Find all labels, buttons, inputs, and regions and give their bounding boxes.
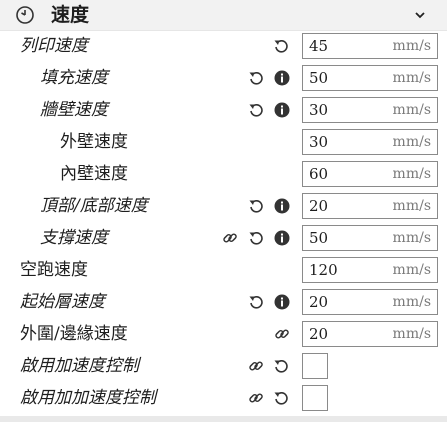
setting-row-print-speed: 列印速度 45 mm/s [0,30,447,62]
info-icon[interactable] [274,70,290,86]
reset-icon[interactable] [248,70,264,86]
setting-label: 內壁速度 [60,164,128,184]
link-icon[interactable] [222,230,238,246]
info-icon[interactable] [274,198,290,214]
info-icon[interactable] [274,102,290,118]
setting-label: 啟用加速度控制 [20,356,139,376]
field-unit: mm/s [392,70,431,86]
reset-icon[interactable] [248,230,264,246]
initial-layer-speed-input[interactable]: 20 mm/s [302,289,438,315]
support-speed-input[interactable]: 50 mm/s [302,225,438,251]
setting-label: 列印速度 [20,36,88,56]
reset-icon[interactable] [273,38,289,54]
reset-icon[interactable] [248,198,264,214]
setting-row-initial-layer-speed: 起始層速度 20 mm/s [0,286,447,318]
enable-jerk-control-checkbox[interactable] [302,385,328,411]
setting-label: 牆壁速度 [40,100,108,120]
setting-row-support-speed: 支撐速度 50 mm/s [0,222,447,254]
field-unit: mm/s [392,230,431,246]
section-title: 速度 [51,4,90,26]
field-unit: mm/s [392,102,431,118]
field-value: 60 [309,165,329,183]
setting-row-inner-wall-speed: 內壁速度 60 mm/s [0,158,447,190]
link-icon[interactable] [274,326,290,342]
field-value: 20 [309,197,329,215]
setting-row-enable-jerk-control: 啟用加加速度控制 [0,382,447,414]
setting-label: 起始層速度 [20,292,105,312]
setting-row-skirt-brim-speed: 外圍/邊緣速度 20 mm/s [0,318,447,350]
enable-acceleration-control-checkbox[interactable] [302,353,328,379]
reset-icon[interactable] [273,358,289,374]
setting-label: 外壁速度 [60,132,128,152]
outer-wall-speed-input[interactable]: 30 mm/s [302,129,438,155]
field-value: 45 [309,37,329,55]
setting-label: 空跑速度 [20,260,88,280]
field-unit: mm/s [392,166,431,182]
field-value: 50 [309,69,329,87]
field-value: 20 [309,325,329,343]
field-value: 30 [309,101,329,119]
setting-row-top-bottom-speed: 頂部/底部速度 20 mm/s [0,190,447,222]
chevron-down-icon[interactable] [412,7,428,23]
setting-row-travel-speed: 空跑速度 120 mm/s [0,254,447,286]
section-header[interactable]: 速度 [0,0,447,31]
skirt-brim-speed-input[interactable]: 20 mm/s [302,321,438,347]
info-icon[interactable] [274,230,290,246]
field-unit: mm/s [392,326,431,342]
reset-icon[interactable] [248,294,264,310]
wall-speed-input[interactable]: 30 mm/s [302,97,438,123]
reset-icon[interactable] [273,390,289,406]
clock-icon [16,6,34,24]
field-unit: mm/s [392,262,431,278]
setting-label: 支撐速度 [40,228,108,248]
inner-wall-speed-input[interactable]: 60 mm/s [302,161,438,187]
reset-icon[interactable] [248,102,264,118]
link-icon[interactable] [248,358,264,374]
setting-label: 填充速度 [40,68,108,88]
setting-label: 頂部/底部速度 [40,196,148,216]
field-value: 50 [309,229,329,247]
field-value: 20 [309,293,329,311]
top-bottom-speed-input[interactable]: 20 mm/s [302,193,438,219]
panel-bottom-divider [0,416,447,422]
field-unit: mm/s [392,134,431,150]
print-speed-input[interactable]: 45 mm/s [302,33,438,59]
field-unit: mm/s [392,38,431,54]
travel-speed-input[interactable]: 120 mm/s [302,257,438,283]
field-value: 120 [309,261,338,279]
link-icon[interactable] [248,390,264,406]
setting-row-outer-wall-speed: 外壁速度 30 mm/s [0,126,447,158]
setting-row-enable-acceleration-control: 啟用加速度控制 [0,350,447,382]
field-unit: mm/s [392,198,431,214]
infill-speed-input[interactable]: 50 mm/s [302,65,438,91]
setting-label: 啟用加加速度控制 [20,388,156,408]
setting-label: 外圍/邊緣速度 [20,324,128,344]
field-value: 30 [309,133,329,151]
setting-row-wall-speed: 牆壁速度 30 mm/s [0,94,447,126]
setting-row-infill-speed: 填充速度 50 mm/s [0,62,447,94]
info-icon[interactable] [274,294,290,310]
field-unit: mm/s [392,294,431,310]
